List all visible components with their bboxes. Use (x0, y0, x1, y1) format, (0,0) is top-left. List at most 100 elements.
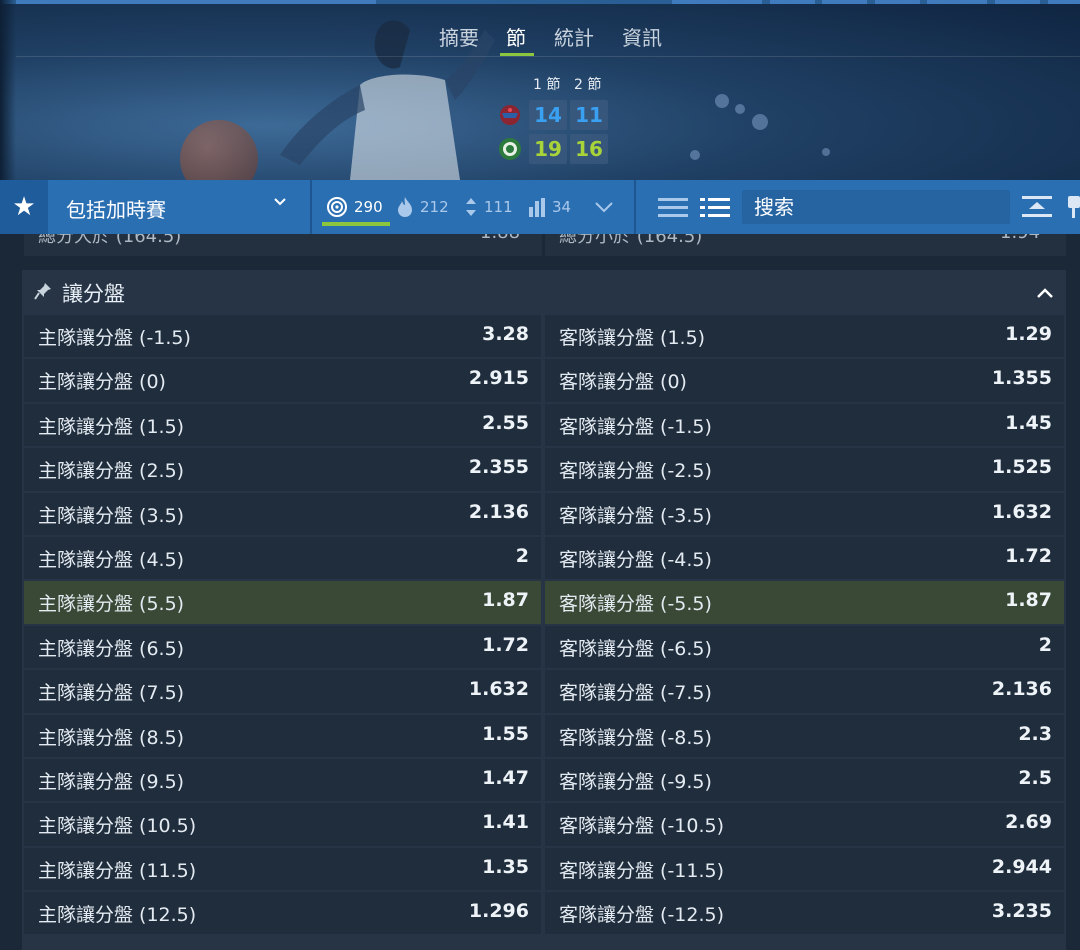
home-handicap-odds-button[interactable]: 主隊讓分盤 (2.5) 2.355 (24, 448, 541, 491)
tab-periods[interactable]: 節 (506, 22, 526, 51)
away-handicap-odds-button[interactable]: 客隊讓分盤 (-4.5) 1.72 (545, 536, 1064, 580)
odds-value: 2.69 (1005, 811, 1052, 834)
overtime-filter-select[interactable]: 包括加時賽 (50, 180, 308, 234)
odds-value: 3.28 (482, 323, 529, 345)
top-tab-strip[interactable] (672, 0, 762, 4)
home-handicap-odds-button[interactable]: 主隊讓分盤 (11.5) 1.35 (24, 847, 541, 891)
favorite-button[interactable]: ★ (0, 180, 48, 234)
top-tab-strip[interactable] (822, 0, 867, 4)
top-tab-strip[interactable] (995, 0, 1040, 4)
home-handicap-odds-button[interactable]: 主隊讓分盤 (3.5) 2.136 (24, 492, 541, 535)
score-home-period-1: 14 (529, 100, 567, 130)
tab-statistics[interactable]: 統計 (554, 22, 594, 51)
odds-label: 主隊讓分盤 (1.5) (38, 415, 185, 438)
star-icon: ★ (12, 192, 36, 222)
away-handicap-odds-button[interactable]: 客隊讓分盤 (-7.5) 2.136 (545, 670, 1064, 713)
odds-value: 2.944 (991, 855, 1052, 878)
away-handicap-odds-button[interactable]: 客隊讓分盤 (-11.5) 2.944 (545, 847, 1064, 891)
home-handicap-odds-button[interactable]: 主隊讓分盤 (5.5) 1.87 (24, 581, 541, 624)
fire-icon (398, 197, 412, 217)
odds-value: 2.355 (468, 456, 529, 479)
chevron-down-icon[interactable] (593, 198, 615, 216)
home-handicap-odds-button[interactable]: 主隊讓分盤 (6.5) 1.72 (24, 625, 541, 669)
odds-value: 1.47 (482, 766, 529, 789)
section-title: 讓分盤 (62, 282, 125, 306)
home-handicap-odds-button[interactable]: 主隊讓分盤 (-1.5) 3.28 (24, 315, 541, 358)
odds-label: 客隊讓分盤 (-10.5) (559, 815, 725, 838)
active-filter-underline (322, 222, 390, 226)
odds-label: 客隊讓分盤 (-6.5) (559, 637, 712, 660)
odds-value: 1.88 (480, 234, 520, 243)
odds-value: 1.87 (482, 589, 529, 612)
table-row: 主隊讓分盤 (6.5) 1.72 客隊讓分盤 (-6.5) 2 (24, 625, 1064, 670)
odds-value: 1.72 (1005, 544, 1052, 567)
table-row: 主隊讓分盤 (10.5) 1.41 客隊讓分盤 (-10.5) 2.69 (24, 803, 1064, 847)
home-handicap-odds-button[interactable]: 主隊讓分盤 (0) 2.915 (24, 359, 541, 402)
away-handicap-odds-button[interactable]: 客隊讓分盤 (-2.5) 1.525 (545, 448, 1064, 491)
away-handicap-odds-button[interactable]: 客隊讓分盤 (0) 1.355 (545, 359, 1064, 402)
bokeh-light (752, 114, 768, 130)
home-handicap-odds-button[interactable]: 主隊讓分盤 (12.5) 1.296 (24, 892, 541, 935)
odds-value: 1.55 (482, 722, 529, 745)
chevron-up-icon[interactable] (1034, 282, 1056, 304)
top-tab-strip[interactable] (927, 0, 987, 4)
filter-popular-markets[interactable]: 212 (396, 196, 449, 218)
home-handicap-odds-button[interactable]: 主隊讓分盤 (10.5) 1.41 (24, 803, 541, 846)
previous-market-row[interactable]: 總分大於 (164.5) 1.88 總分小於 (164.5) 1.94 (24, 234, 1066, 256)
away-handicap-odds-button[interactable]: 客隊讓分盤 (-10.5) 2.69 (545, 803, 1064, 846)
up-down-arrows-icon (466, 198, 476, 216)
away-handicap-odds-button[interactable]: 客隊讓分盤 (-9.5) 2.5 (545, 758, 1064, 802)
home-handicap-odds-button[interactable]: 主隊讓分盤 (7.5) 1.632 (24, 670, 541, 713)
odds-label: 主隊讓分盤 (-1.5) (38, 327, 191, 349)
odds-label: 客隊讓分盤 (-1.5) (559, 415, 712, 438)
top-tab-strip[interactable] (875, 0, 920, 4)
top-tab-strip[interactable] (16, 0, 376, 4)
away-handicap-odds-button[interactable]: 客隊讓分盤 (-12.5) 3.235 (545, 892, 1064, 935)
score-away-period-2: 16 (570, 134, 608, 164)
stat-count: 34 (552, 198, 572, 216)
tab-info[interactable]: 資訊 (622, 22, 662, 51)
tab-summary[interactable]: 摘要 (439, 22, 479, 51)
table-row: 主隊讓分盤 (9.5) 1.47 客隊讓分盤 (-9.5) 2.5 (24, 758, 1064, 803)
filter-total-markets[interactable]: 34 (528, 196, 571, 218)
home-handicap-odds-button[interactable]: 主隊讓分盤 (8.5) 1.55 (24, 714, 541, 757)
filter-all-markets[interactable]: 290 (326, 196, 383, 218)
odds-value: 1.45 (1005, 411, 1052, 434)
period-header: 1 節 (533, 77, 561, 93)
odds-value: 2.915 (468, 367, 529, 390)
odds-label: 主隊讓分盤 (12.5) (38, 904, 197, 927)
basketball-image (180, 120, 258, 180)
home-handicap-odds-button[interactable]: 主隊讓分盤 (1.5) 2.55 (24, 403, 541, 447)
odds-label: 主隊讓分盤 (5.5) (38, 593, 185, 616)
stat-count: 111 (484, 198, 513, 216)
section-header[interactable]: 讓分盤 (22, 270, 1066, 314)
list-view-icon[interactable] (658, 196, 688, 218)
pin-icon[interactable] (34, 282, 52, 300)
away-handicap-odds-button[interactable]: 客隊讓分盤 (-6.5) 2 (545, 625, 1064, 669)
period-header: 2 節 (574, 77, 602, 93)
odds-label: 客隊讓分盤 (-2.5) (559, 460, 712, 483)
odds-label: 主隊讓分盤 (2.5) (38, 460, 185, 483)
odds-value: 1.72 (482, 633, 529, 656)
odds-value: 1.94 (1000, 234, 1040, 243)
away-handicap-odds-button[interactable]: 客隊讓分盤 (-3.5) 1.632 (545, 492, 1064, 535)
top-tab-strip[interactable] (770, 0, 815, 4)
odds-label: 主隊讓分盤 (11.5) (38, 859, 197, 882)
markets-list: 總分大於 (164.5) 1.88 總分小於 (164.5) 1.94 讓分盤 … (0, 234, 1080, 950)
odds-value: 3.235 (991, 900, 1052, 923)
home-handicap-odds-button[interactable]: 主隊讓分盤 (4.5) 2 (24, 536, 541, 580)
odds-label: 主隊讓分盤 (4.5) (38, 548, 185, 571)
top-tab-strip[interactable] (1048, 0, 1080, 4)
pin-icon[interactable] (1066, 194, 1080, 220)
grid-view-icon[interactable] (700, 196, 730, 218)
odds-value: 2.3 (1018, 722, 1052, 745)
away-handicap-odds-button[interactable]: 客隊讓分盤 (1.5) 1.29 (545, 315, 1064, 358)
away-handicap-odds-button[interactable]: 客隊讓分盤 (-1.5) 1.45 (545, 403, 1064, 447)
odds-label: 客隊讓分盤 (-3.5) (559, 504, 712, 527)
filter-handicap-markets[interactable]: 111 (464, 196, 513, 218)
away-handicap-odds-button[interactable]: 客隊讓分盤 (-8.5) 2.3 (545, 714, 1064, 757)
home-handicap-odds-button[interactable]: 主隊讓分盤 (9.5) 1.47 (24, 758, 541, 802)
search-input[interactable] (742, 190, 1010, 224)
away-handicap-odds-button[interactable]: 客隊讓分盤 (-5.5) 1.87 (545, 581, 1064, 624)
collapse-all-icon[interactable] (1022, 194, 1052, 220)
